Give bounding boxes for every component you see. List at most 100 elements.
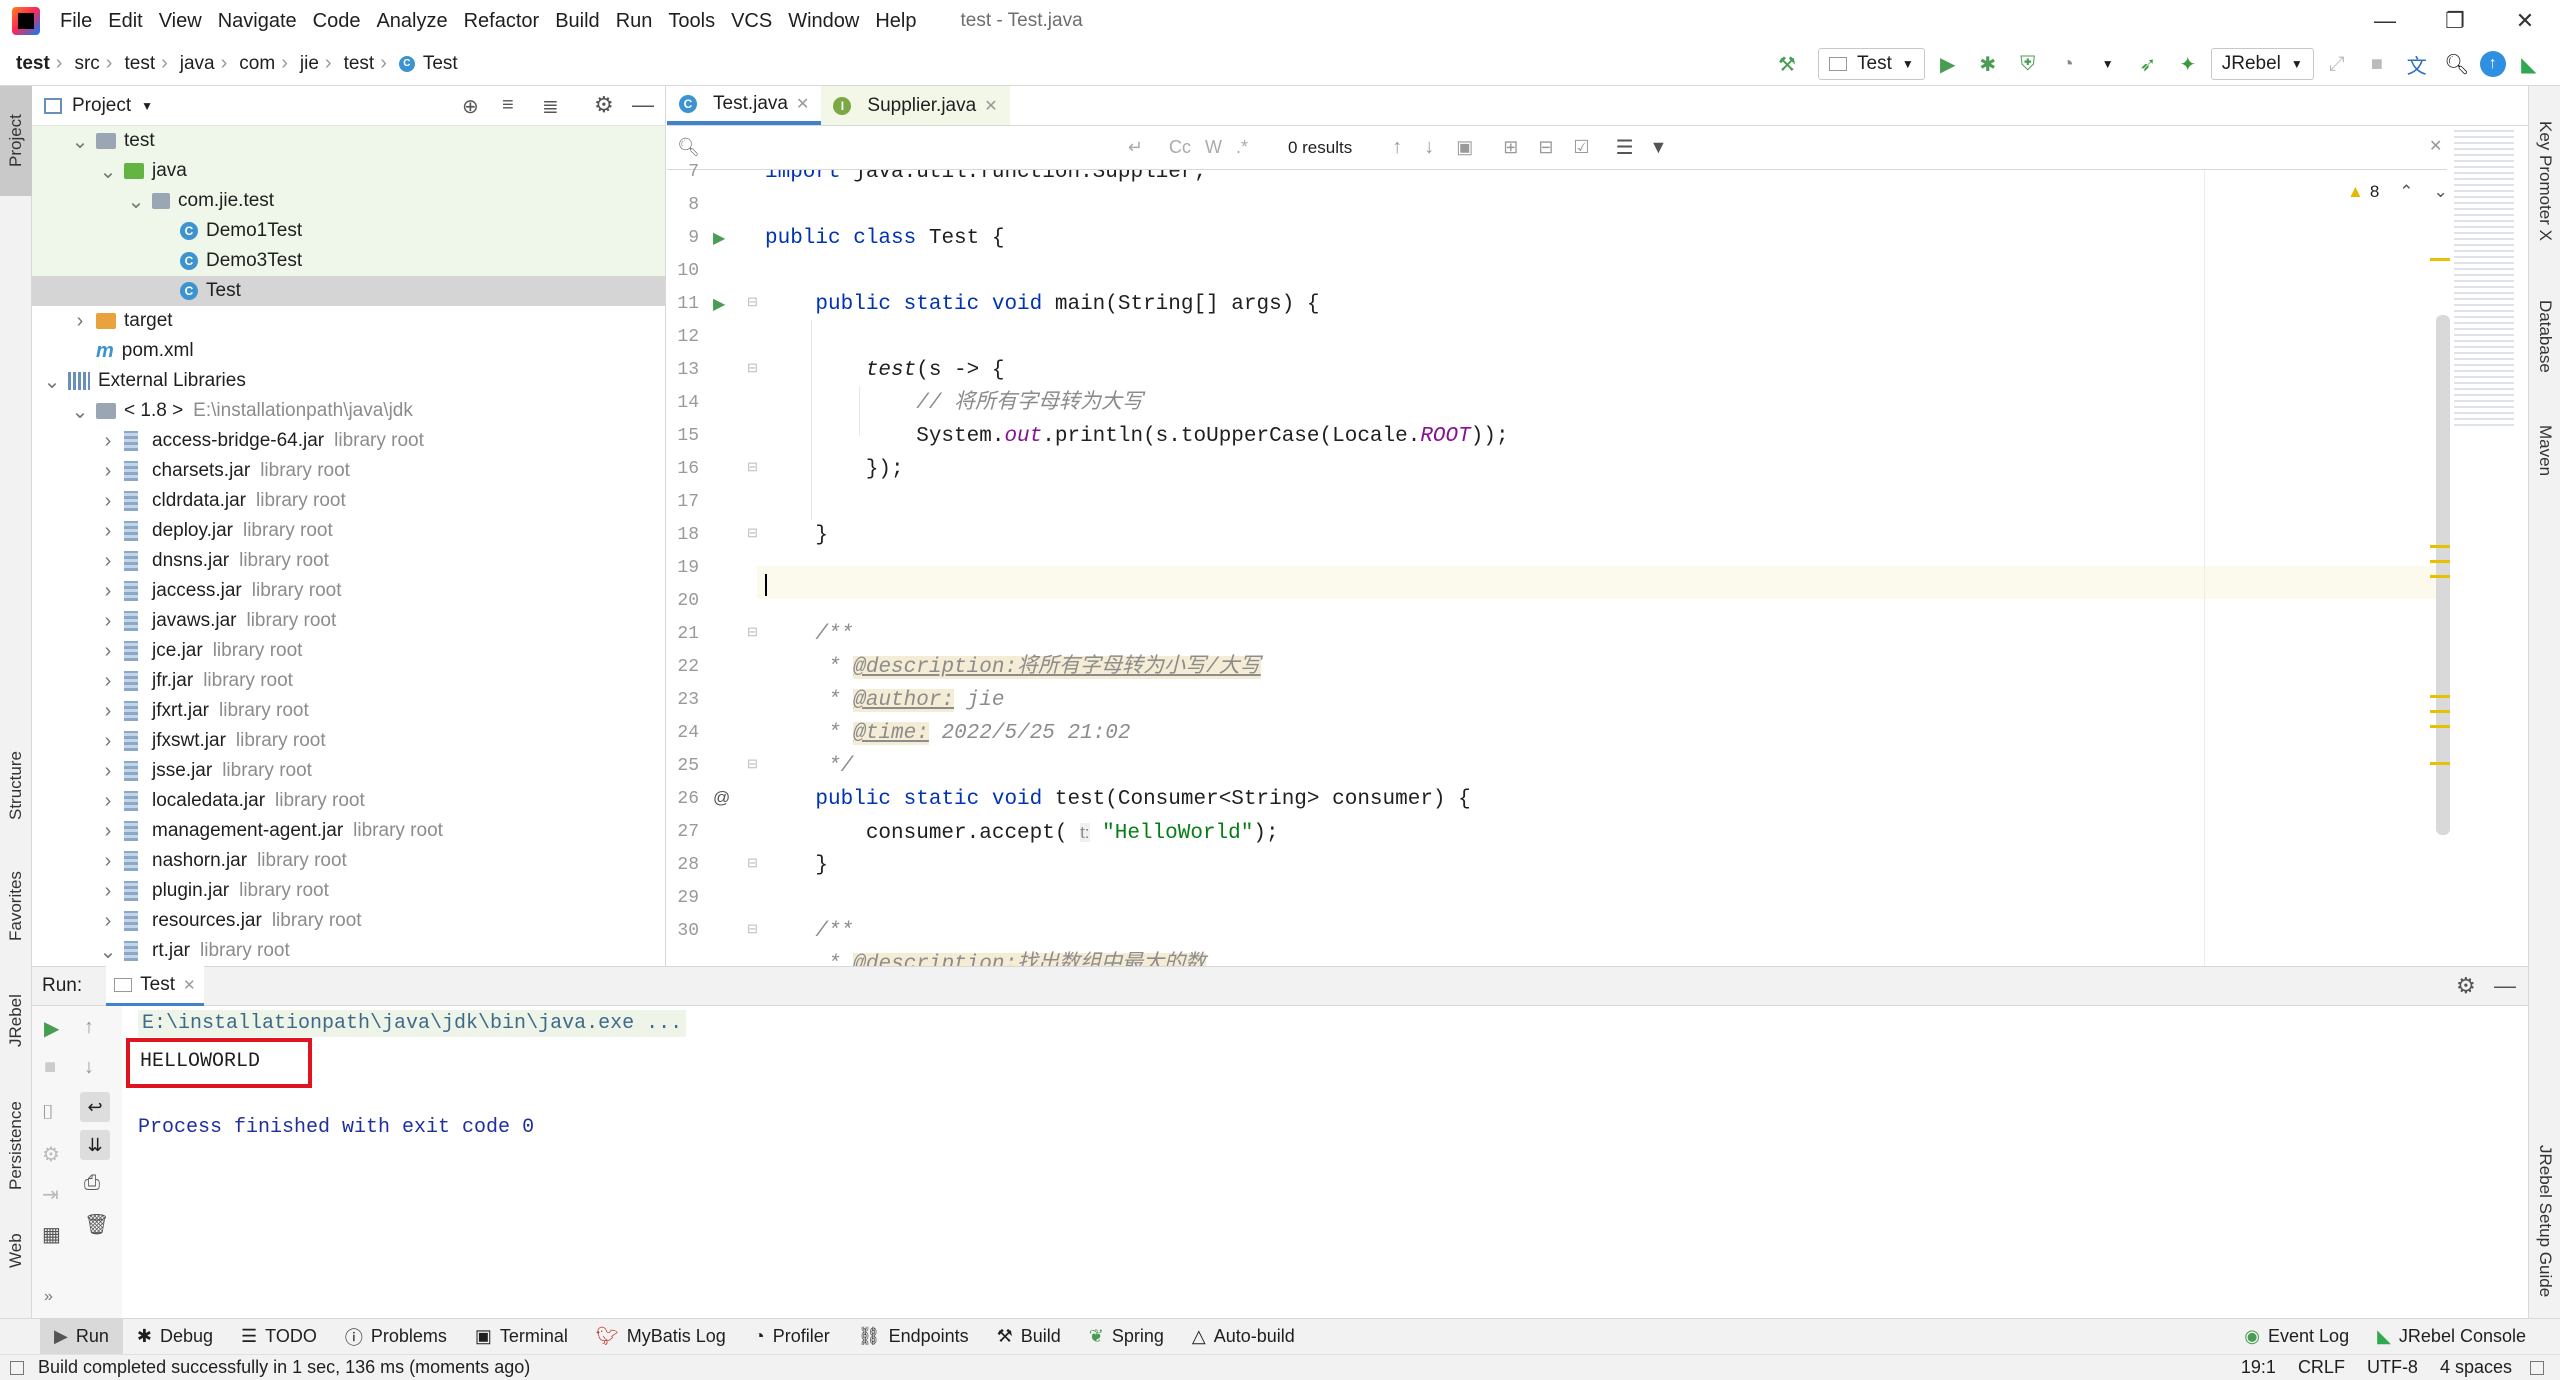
camera-icon[interactable]: ⌷ [42, 1102, 54, 1125]
exit-icon[interactable]: ⇥ [42, 1182, 59, 1207]
match-case-toggle[interactable]: Cc [1169, 137, 1191, 158]
database-tool-button[interactable]: Database [2529, 281, 2560, 391]
close-icon[interactable]: ✕ [2429, 136, 2442, 156]
layout-icon[interactable]: ▦ [42, 1222, 61, 1247]
search-everywhere-icon[interactable]: 🔍︎ [2440, 47, 2474, 81]
debug-icon[interactable]: ✱ [1971, 47, 2005, 81]
scroll-up-icon[interactable]: ↑ [84, 1016, 94, 1039]
tree-item[interactable]: ⌄ com.jie.test [32, 186, 665, 216]
project-tool-button[interactable]: Project [0, 86, 32, 196]
tree-item[interactable]: › resources.jar library root [32, 906, 665, 936]
warning-marker[interactable] [2430, 575, 2450, 578]
settings-debug-icon[interactable]: ⚙ [42, 1142, 60, 1167]
more-chevron-icon[interactable]: » [44, 1288, 53, 1306]
bottom-tab-spring[interactable]: ❦ Spring [1075, 1319, 1178, 1355]
bottom-tab-event-log[interactable]: ◉ Event Log [2230, 1319, 2363, 1355]
stop-icon[interactable]: ■ [2360, 47, 2394, 81]
chevron-right-icon[interactable]: › [98, 910, 118, 933]
warning-marker[interactable] [2430, 725, 2450, 728]
close-icon[interactable]: ✕ [796, 94, 809, 114]
web-tool-button[interactable]: Web [0, 1216, 32, 1286]
chevron-right-icon[interactable]: › [98, 820, 118, 843]
filter-options-icon[interactable]: ☰ [1616, 135, 1634, 160]
whole-words-toggle[interactable]: W [1205, 137, 1222, 158]
select-all-occurrences-icon[interactable]: ☑ [1573, 137, 1589, 158]
menu-build[interactable]: Build [547, 10, 607, 33]
chevron-right-icon[interactable]: › [98, 880, 118, 903]
bottom-tab-auto-build[interactable]: △ Auto-build [1178, 1319, 1309, 1355]
persistence-tool-button[interactable]: Persistence [0, 1086, 32, 1206]
bottom-tab-mybatis-log[interactable]: 🐦︎ MyBatis Log [582, 1319, 740, 1355]
implemented-marker-icon[interactable]: @ [713, 788, 730, 808]
tree-item[interactable]: › access-bridge-64.jar library root [32, 426, 665, 456]
tree-item[interactable]: ⌄ < 1.8 > E:\installationpath\java\jdk [32, 396, 665, 426]
add-selection-icon[interactable]: ⊞ [1503, 137, 1518, 158]
key-promoter-tool-button[interactable]: Key Promoter X [2529, 96, 2560, 266]
jrebel-setup-guide-tool-button[interactable]: JRebel Setup Guide [2529, 1121, 2560, 1321]
scroll-to-end-icon[interactable]: ⇊ [80, 1130, 110, 1160]
maximize-button[interactable]: ❐ [2420, 0, 2490, 42]
locate-file-icon[interactable]: ⊕ [462, 94, 479, 119]
run-tab-test[interactable]: Test ✕ [106, 966, 204, 1006]
favorites-tool-button[interactable]: Favorites [0, 856, 32, 956]
chevron-right-icon[interactable]: › [98, 490, 118, 513]
soft-wrap-icon[interactable]: ↩ [80, 1092, 110, 1122]
tree-item[interactable]: › nashorn.jar library root [32, 846, 665, 876]
tree-item[interactable]: › plugin.jar library root [32, 876, 665, 906]
menu-edit[interactable]: Edit [100, 10, 150, 33]
line-separator[interactable]: CRLF [2298, 1357, 2345, 1378]
menu-run[interactable]: Run [608, 10, 661, 33]
print-icon[interactable]: ⎙ [84, 1172, 100, 1195]
menu-analyze[interactable]: Analyze [368, 10, 455, 33]
gear-icon[interactable]: ⚙ [2456, 973, 2476, 999]
profile-icon[interactable]: ◔ [2051, 47, 2085, 81]
code-editor[interactable]: import java.util.function.Supplier; publ… [757, 170, 2447, 966]
chevron-down-icon[interactable]: ⌄ [126, 189, 146, 214]
tree-item[interactable]: › jfr.jar library root [32, 666, 665, 696]
warning-marker[interactable] [2430, 258, 2450, 261]
run-console[interactable]: E:\installationpath\java\jdk\bin\java.ex… [122, 1006, 2528, 1318]
breadcrumb-class[interactable]: Test [423, 53, 458, 75]
previous-occurrence-icon[interactable]: ↑ [1392, 136, 1402, 159]
breadcrumb-project[interactable]: test [16, 53, 50, 75]
chevron-down-icon[interactable]: ⌄ [98, 939, 118, 964]
bottom-tab-jrebel-console[interactable]: ◣ JRebel Console [2363, 1319, 2540, 1355]
menu-view[interactable]: View [151, 10, 210, 33]
menu-code[interactable]: Code [305, 10, 369, 33]
tree-item[interactable]: › javaws.jar library root [32, 606, 665, 636]
chevron-right-icon[interactable]: › [98, 460, 118, 483]
find-input[interactable] [707, 132, 1108, 163]
tree-item[interactable]: › target [32, 306, 665, 336]
stop-icon[interactable]: ■ [44, 1056, 56, 1079]
regex-toggle[interactable]: .* [1236, 137, 1248, 158]
bottom-tab-problems[interactable]: ⓘ Problems [331, 1319, 461, 1355]
chevron-right-icon[interactable]: › [98, 730, 118, 753]
tree-item[interactable]: ⌄ java [32, 156, 665, 186]
jrebel-logo-icon[interactable]: ◣ [2512, 47, 2546, 81]
project-panel-title[interactable]: Project [72, 95, 131, 117]
bottom-tab-endpoints[interactable]: ⛓ Endpoints [844, 1319, 983, 1355]
jrebel-tool-button[interactable]: JRebel [0, 976, 32, 1066]
tree-item[interactable]: ⌄ External Libraries [32, 366, 665, 396]
menu-file[interactable]: File [52, 10, 100, 33]
warning-marker[interactable] [2430, 560, 2450, 563]
menu-window[interactable]: Window [780, 10, 867, 33]
chevron-right-icon[interactable]: › [98, 640, 118, 663]
tree-item[interactable]: ⌄ test [32, 126, 665, 156]
tree-item[interactable]: m pom.xml [32, 336, 665, 366]
expand-all-icon[interactable]: ≡ [502, 94, 514, 117]
breadcrumb-java[interactable]: java [180, 53, 215, 75]
close-icon[interactable]: ✕ [183, 976, 196, 994]
bottom-tab-terminal[interactable]: ▣ Terminal [461, 1319, 582, 1355]
tree-item[interactable]: C Demo3Test [32, 246, 665, 276]
tree-item[interactable]: › management-agent.jar library root [32, 816, 665, 846]
jrebel-select[interactable]: JRebel ▼ [2210, 48, 2314, 80]
bottom-tab-profiler[interactable]: ◔ Profiler [740, 1319, 844, 1355]
chevron-right-icon[interactable]: › [98, 760, 118, 783]
tree-item[interactable]: C Demo1Test [32, 216, 665, 246]
jrebel-debug-icon[interactable]: ✦ [2171, 47, 2205, 81]
chevron-right-icon[interactable]: › [98, 430, 118, 453]
bottom-tab-run[interactable]: ▶ Run [40, 1318, 123, 1355]
warning-marker[interactable] [2430, 695, 2450, 698]
chevron-right-icon[interactable]: › [98, 850, 118, 873]
